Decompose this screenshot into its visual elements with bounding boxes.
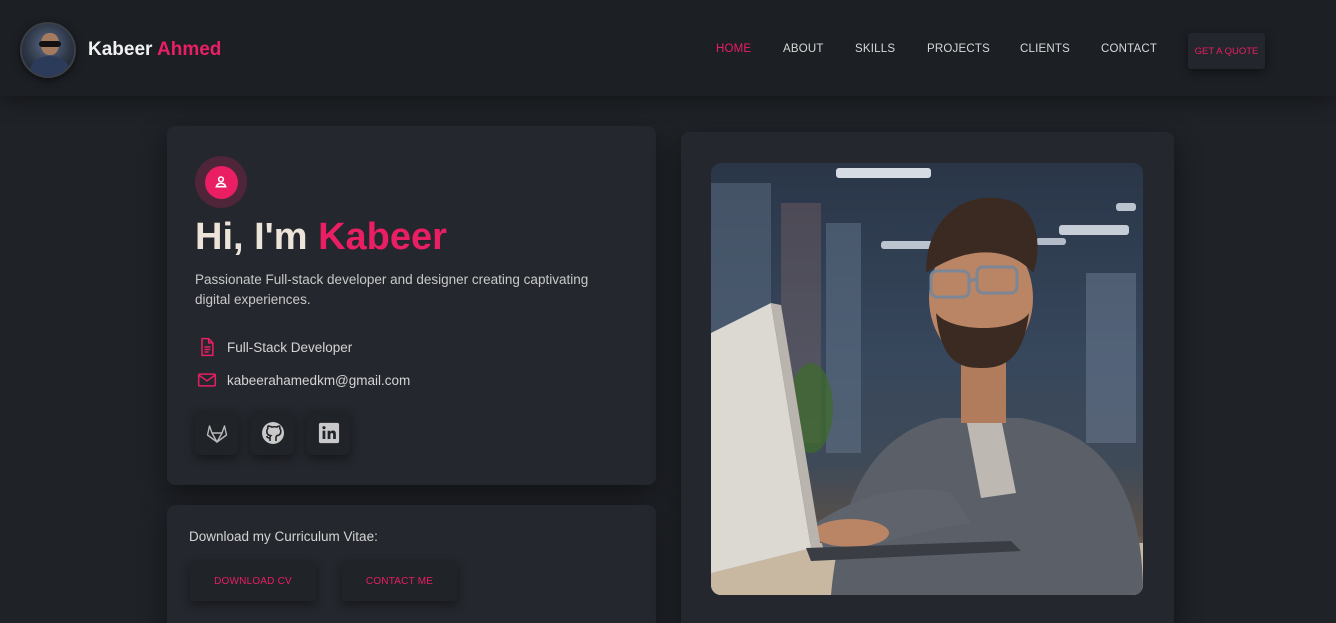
photo-card (681, 132, 1174, 623)
hero-heading: Hi, I'm Kabeer (195, 216, 447, 259)
nav-skills[interactable]: SKILLS (855, 43, 895, 55)
profile-photo (711, 163, 1143, 595)
nav-contact[interactable]: CONTACT (1101, 43, 1157, 55)
site-header: Kabeer Ahmed HOME ABOUT SKILLS PROJECTS … (0, 0, 1336, 96)
github-icon (261, 422, 284, 444)
hero-tagline: Passionate Full-stack developer and desi… (195, 272, 589, 307)
user-icon (215, 176, 227, 188)
profile-badge (195, 156, 247, 208)
nav-projects[interactable]: PROJECTS (927, 43, 990, 55)
linkedin-icon (318, 422, 339, 444)
brand-first-name: Kabeer (88, 39, 153, 60)
gitlab-icon (206, 425, 227, 443)
cv-label: Download my Curriculum Vitae: (189, 529, 378, 544)
github-link[interactable] (251, 411, 294, 455)
hero-name: Kabeer (318, 216, 447, 258)
mail-icon (197, 373, 217, 387)
brand[interactable]: Kabeer Ahmed (20, 22, 221, 78)
nav-clients[interactable]: CLIENTS (1020, 43, 1070, 55)
role-text: Full-Stack Developer (227, 339, 353, 355)
nav-about[interactable]: ABOUT (783, 43, 824, 55)
get-a-quote-button[interactable]: GET A QUOTE (1188, 33, 1265, 69)
email-text: kabeerahamedkm@gmail.com (227, 372, 411, 388)
document-icon (201, 337, 214, 357)
brand-name: Kabeer Ahmed (88, 39, 221, 61)
brand-last-name: Ahmed (157, 39, 222, 60)
nav-home[interactable]: HOME (716, 43, 751, 55)
hero-greeting: Hi, I'm (195, 216, 308, 258)
linkedin-link[interactable] (307, 411, 350, 455)
email-row[interactable]: kabeerahamedkm@gmail.com (197, 370, 410, 390)
avatar (20, 22, 76, 78)
role-row: Full-Stack Developer (197, 336, 352, 358)
contact-me-button[interactable]: CONTACT ME (342, 561, 457, 601)
intro-card: Hi, I'm Kabeer Passionate Full-stack dev… (167, 126, 656, 485)
cv-card: Download my Curriculum Vitae: DOWNLOAD C… (167, 505, 656, 623)
download-cv-button[interactable]: DOWNLOAD CV (190, 561, 316, 601)
gitlab-link[interactable] (195, 411, 238, 455)
